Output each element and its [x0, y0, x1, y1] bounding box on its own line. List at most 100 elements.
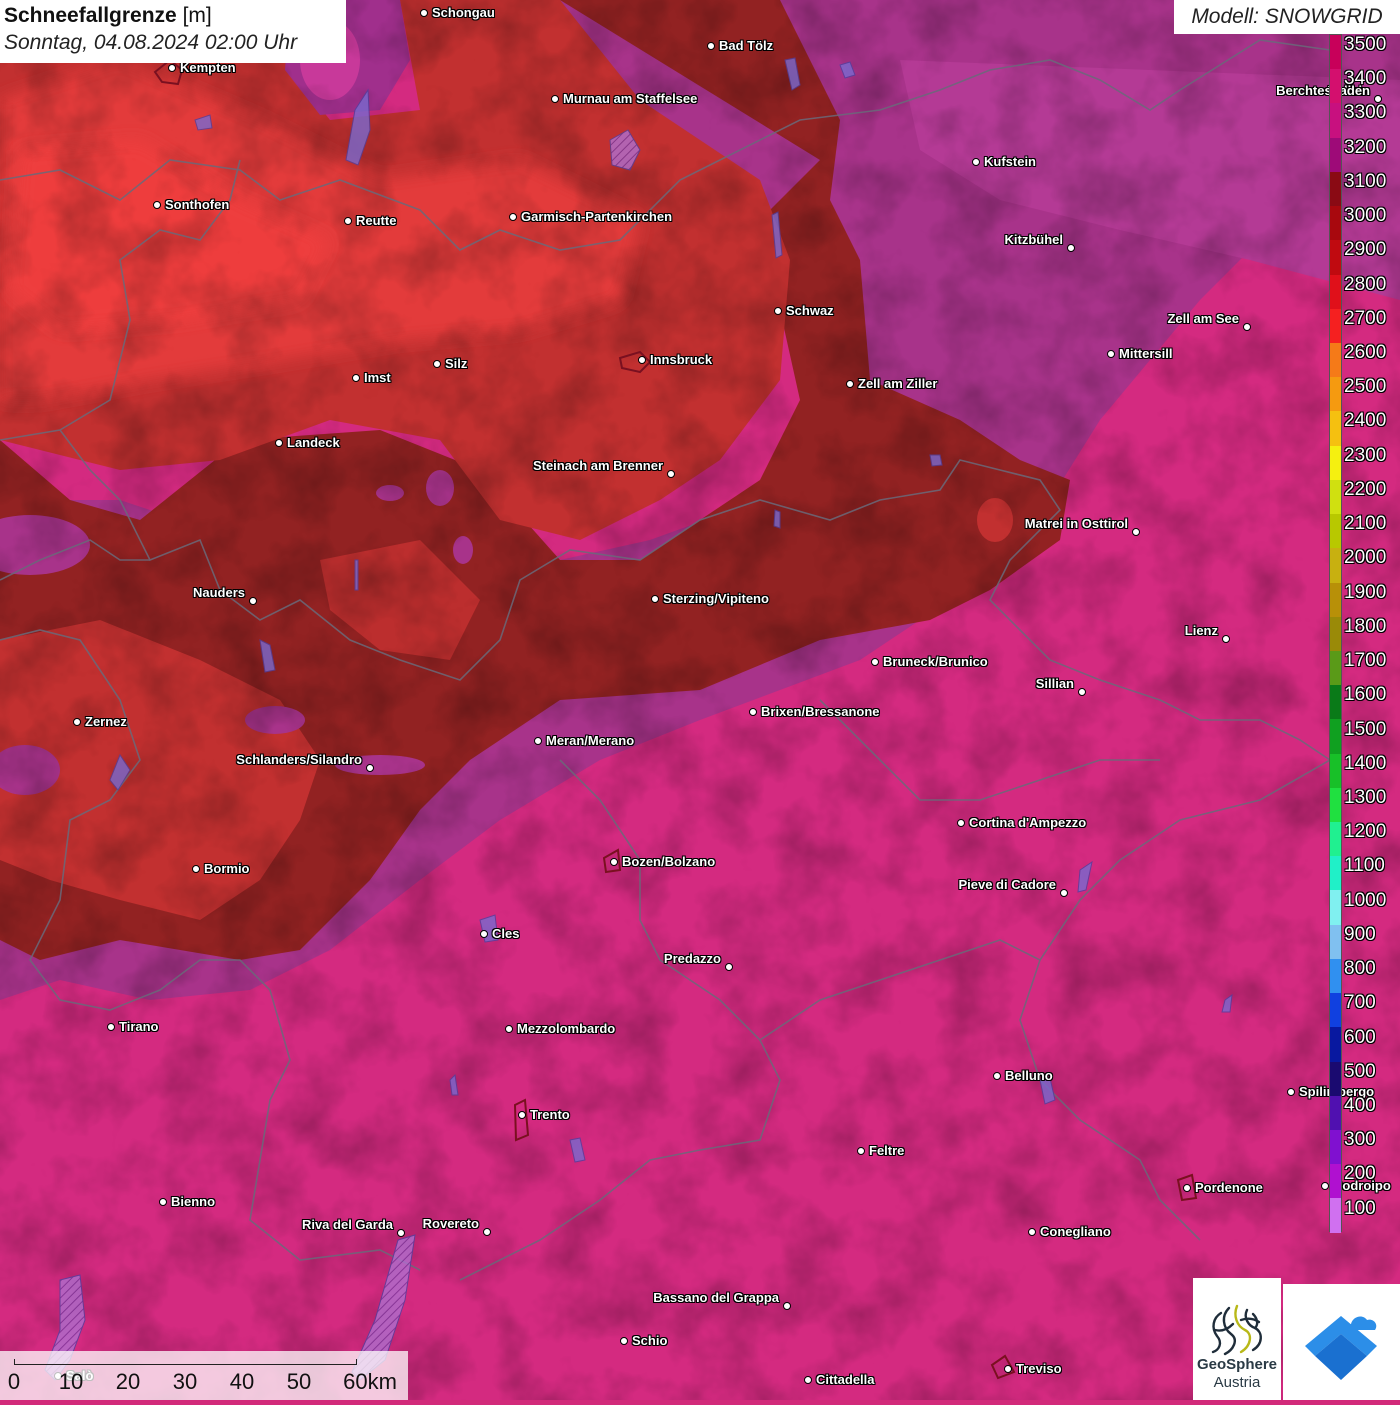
city-label[interactable]: Schio: [632, 1333, 667, 1348]
city-label[interactable]: Cles: [492, 926, 519, 941]
city-marker[interactable]: [666, 469, 675, 478]
city-marker[interactable]: [845, 379, 854, 388]
city-label[interactable]: Predazzo: [664, 951, 721, 966]
city-marker[interactable]: [782, 1301, 791, 1310]
city-label[interactable]: Steinach am Brenner: [533, 458, 663, 473]
city-label[interactable]: Rovereto: [423, 1216, 479, 1231]
city-marker[interactable]: [992, 1071, 1001, 1080]
city-label[interactable]: Mezzolombardo: [517, 1021, 615, 1036]
city-label[interactable]: Trento: [530, 1107, 570, 1122]
city-marker[interactable]: [1077, 687, 1086, 696]
city-label[interactable]: Imst: [364, 370, 391, 385]
city-marker[interactable]: [432, 359, 441, 368]
city-marker[interactable]: [1003, 1364, 1012, 1373]
city-marker[interactable]: [803, 1375, 812, 1384]
city-marker[interactable]: [419, 8, 428, 17]
city-marker[interactable]: [106, 1022, 115, 1031]
city-marker[interactable]: [856, 1146, 865, 1155]
city-label[interactable]: Bad Tölz: [719, 38, 773, 53]
city-label[interactable]: Brixen/Bressanone: [761, 704, 880, 719]
city-marker[interactable]: [72, 717, 81, 726]
city-marker[interactable]: [1106, 349, 1115, 358]
city-marker[interactable]: [1027, 1227, 1036, 1236]
city-marker[interactable]: [365, 763, 374, 772]
city-label[interactable]: Silz: [445, 356, 467, 371]
city-label[interactable]: Bassano del Grappa: [653, 1290, 779, 1305]
city-marker[interactable]: [1131, 527, 1140, 536]
city-marker[interactable]: [550, 94, 559, 103]
city-marker[interactable]: [479, 929, 488, 938]
city-label[interactable]: Schwaz: [786, 303, 834, 318]
city-marker[interactable]: [619, 1336, 628, 1345]
city-label[interactable]: Pieve di Cadore: [958, 877, 1056, 892]
city-label[interactable]: Bruneck/Brunico: [883, 654, 988, 669]
city-marker[interactable]: [152, 200, 161, 209]
city-marker[interactable]: [248, 596, 257, 605]
city-marker[interactable]: [1221, 634, 1230, 643]
city-label[interactable]: Nauders: [193, 585, 245, 600]
city-label[interactable]: Riva del Garda: [302, 1217, 393, 1232]
city-label[interactable]: Garmisch-Partenkirchen: [521, 209, 672, 224]
city-label[interactable]: Zell am See: [1167, 311, 1239, 326]
city-marker[interactable]: [956, 818, 965, 827]
city-label[interactable]: Landeck: [287, 435, 340, 450]
city-marker[interactable]: [343, 216, 352, 225]
city-marker[interactable]: [1320, 1181, 1329, 1190]
city-marker[interactable]: [1182, 1183, 1191, 1192]
city-label[interactable]: Bienno: [171, 1194, 215, 1209]
city-marker[interactable]: [1066, 243, 1075, 252]
geosphere-logo[interactable]: GeoSphere Austria: [1193, 1278, 1281, 1400]
city-marker[interactable]: [650, 594, 659, 603]
city-label[interactable]: Cortina d'Ampezzo: [969, 815, 1086, 830]
city-marker[interactable]: [724, 962, 733, 971]
city-label[interactable]: Schongau: [432, 5, 495, 20]
city-marker[interactable]: [706, 41, 715, 50]
city-label[interactable]: Kitzbühel: [1005, 232, 1064, 247]
city-label[interactable]: Sillian: [1036, 676, 1074, 691]
city-label[interactable]: Innsbruck: [650, 352, 712, 367]
city-label[interactable]: Schlanders/Silandro: [236, 752, 362, 767]
city-marker[interactable]: [773, 306, 782, 315]
city-label[interactable]: Sterzing/Vipiteno: [663, 591, 769, 606]
city-label[interactable]: Zell am Ziller: [858, 376, 937, 391]
city-label[interactable]: Murnau am Staffelsee: [563, 91, 697, 106]
city-label[interactable]: Feltre: [869, 1143, 904, 1158]
city-label[interactable]: Meran/Merano: [546, 733, 634, 748]
city-label[interactable]: Mittersill: [1119, 346, 1172, 361]
city-label[interactable]: Reutte: [356, 213, 396, 228]
city-marker[interactable]: [1286, 1087, 1295, 1096]
city-marker[interactable]: [971, 157, 980, 166]
city-marker[interactable]: [637, 355, 646, 364]
city-marker[interactable]: [609, 857, 618, 866]
city-label[interactable]: Matrei in Osttirol: [1025, 516, 1128, 531]
city-label[interactable]: Sonthofen: [165, 197, 229, 212]
city-label[interactable]: Cittadella: [816, 1372, 875, 1387]
city-label[interactable]: Treviso: [1016, 1361, 1062, 1376]
city-label[interactable]: Zernez: [85, 714, 127, 729]
city-marker[interactable]: [870, 657, 879, 666]
city-label[interactable]: Conegliano: [1040, 1224, 1111, 1239]
city-label[interactable]: Bozen/Bolzano: [622, 854, 715, 869]
city-marker[interactable]: [504, 1024, 513, 1033]
city-marker[interactable]: [748, 707, 757, 716]
city-marker[interactable]: [482, 1227, 491, 1236]
city-marker[interactable]: [351, 373, 360, 382]
city-marker[interactable]: [1242, 322, 1251, 331]
city-marker[interactable]: [191, 864, 200, 873]
city-label[interactable]: Pordenone: [1195, 1180, 1263, 1195]
city-label[interactable]: Kufstein: [984, 154, 1036, 169]
city-marker[interactable]: [517, 1110, 526, 1119]
city-label[interactable]: Belluno: [1005, 1068, 1053, 1083]
city-marker[interactable]: [167, 63, 176, 72]
city-marker[interactable]: [533, 736, 542, 745]
city-marker[interactable]: [508, 212, 517, 221]
legend-label: 1500: [1344, 718, 1387, 740]
city-label[interactable]: Lienz: [1185, 623, 1218, 638]
city-marker[interactable]: [1059, 888, 1068, 897]
city-marker[interactable]: [274, 438, 283, 447]
city-label[interactable]: Tirano: [119, 1019, 159, 1034]
city-marker[interactable]: [158, 1197, 167, 1206]
city-marker[interactable]: [396, 1228, 405, 1237]
city-label[interactable]: Bormio: [204, 861, 250, 876]
app-logo[interactable]: [1283, 1284, 1400, 1400]
